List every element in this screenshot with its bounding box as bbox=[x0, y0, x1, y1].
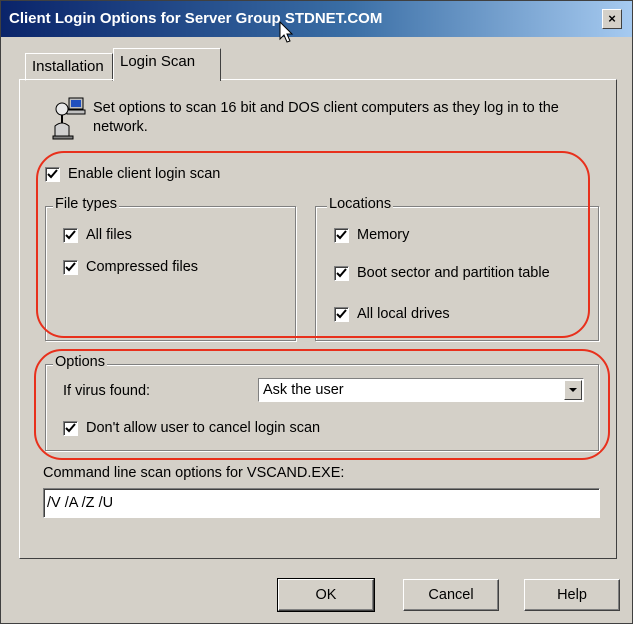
memory-checkbox[interactable]: Memory bbox=[334, 227, 409, 243]
virus-action-value: Ask the user bbox=[263, 382, 344, 398]
client-login-options-dialog: Client Login Options for Server Group ST… bbox=[0, 0, 633, 624]
ok-button[interactable]: OK bbox=[277, 578, 375, 612]
all-files-checkbox[interactable]: All files bbox=[63, 227, 132, 243]
checkbox-box[interactable] bbox=[45, 166, 60, 182]
checkbox-box[interactable] bbox=[334, 227, 349, 243]
tab-installation[interactable]: Installation bbox=[25, 53, 113, 81]
checkmark-icon bbox=[65, 261, 76, 271]
command-line-label: Command line scan options for VSCAND.EXE… bbox=[43, 465, 345, 481]
checkbox-box[interactable] bbox=[334, 265, 349, 281]
if-virus-found-label: If virus found: bbox=[63, 383, 151, 399]
all-local-drives-checkbox[interactable]: All local drives bbox=[334, 306, 450, 322]
tab-login-scan[interactable]: Login Scan bbox=[113, 48, 221, 81]
checkbox-box[interactable] bbox=[63, 227, 78, 243]
tab-installation-label: Installation bbox=[32, 58, 104, 75]
options-label: Options bbox=[53, 354, 107, 370]
close-button[interactable]: × bbox=[602, 9, 622, 29]
checkmark-icon bbox=[65, 422, 76, 432]
enable-login-scan-checkbox[interactable]: Enable client login scan bbox=[45, 166, 220, 182]
compressed-files-checkbox[interactable]: Compressed files bbox=[63, 259, 198, 275]
boot-sector-checkbox[interactable]: Boot sector and partition table bbox=[334, 265, 550, 281]
chevron-down-icon bbox=[569, 388, 577, 392]
file-types-label: File types bbox=[53, 196, 120, 212]
checkmark-icon bbox=[47, 168, 58, 178]
virus-action-dropdown[interactable]: Ask the user bbox=[258, 378, 584, 402]
checkbox-box[interactable] bbox=[334, 306, 349, 322]
all-local-drives-label: All local drives bbox=[357, 306, 450, 322]
locations-label: Locations bbox=[327, 196, 394, 212]
cancel-button[interactable]: Cancel bbox=[403, 579, 499, 611]
window-title: Client Login Options for Server Group ST… bbox=[9, 10, 383, 27]
checkmark-icon bbox=[336, 267, 347, 277]
mouse-cursor-icon bbox=[279, 21, 294, 43]
memory-label: Memory bbox=[357, 227, 410, 243]
checkmark-icon bbox=[336, 229, 347, 239]
compressed-files-label: Compressed files bbox=[86, 259, 199, 275]
checkmark-icon bbox=[336, 308, 347, 318]
all-files-label: All files bbox=[86, 227, 132, 243]
checkbox-box[interactable] bbox=[63, 259, 78, 275]
help-button[interactable]: Help bbox=[524, 579, 620, 611]
title-bar[interactable]: Client Login Options for Server Group ST… bbox=[1, 1, 632, 37]
tab-login-scan-label: Login Scan bbox=[120, 53, 196, 70]
intro-text: Set options to scan 16 bit and DOS clien… bbox=[93, 100, 559, 135]
command-line-input[interactable] bbox=[43, 488, 600, 518]
no-cancel-login-scan-label: Don't allow user to cancel login scan bbox=[86, 420, 321, 436]
checkbox-box[interactable] bbox=[63, 420, 78, 436]
close-icon: × bbox=[608, 11, 616, 26]
enable-login-scan-label: Enable client login scan bbox=[68, 166, 221, 182]
dropdown-arrow-button[interactable] bbox=[564, 380, 582, 400]
checkmark-icon bbox=[65, 229, 76, 239]
no-cancel-login-scan-checkbox[interactable]: Don't allow user to cancel login scan bbox=[63, 420, 320, 436]
computer-scan-icon bbox=[52, 97, 86, 140]
boot-sector-label: Boot sector and partition table bbox=[357, 265, 550, 281]
